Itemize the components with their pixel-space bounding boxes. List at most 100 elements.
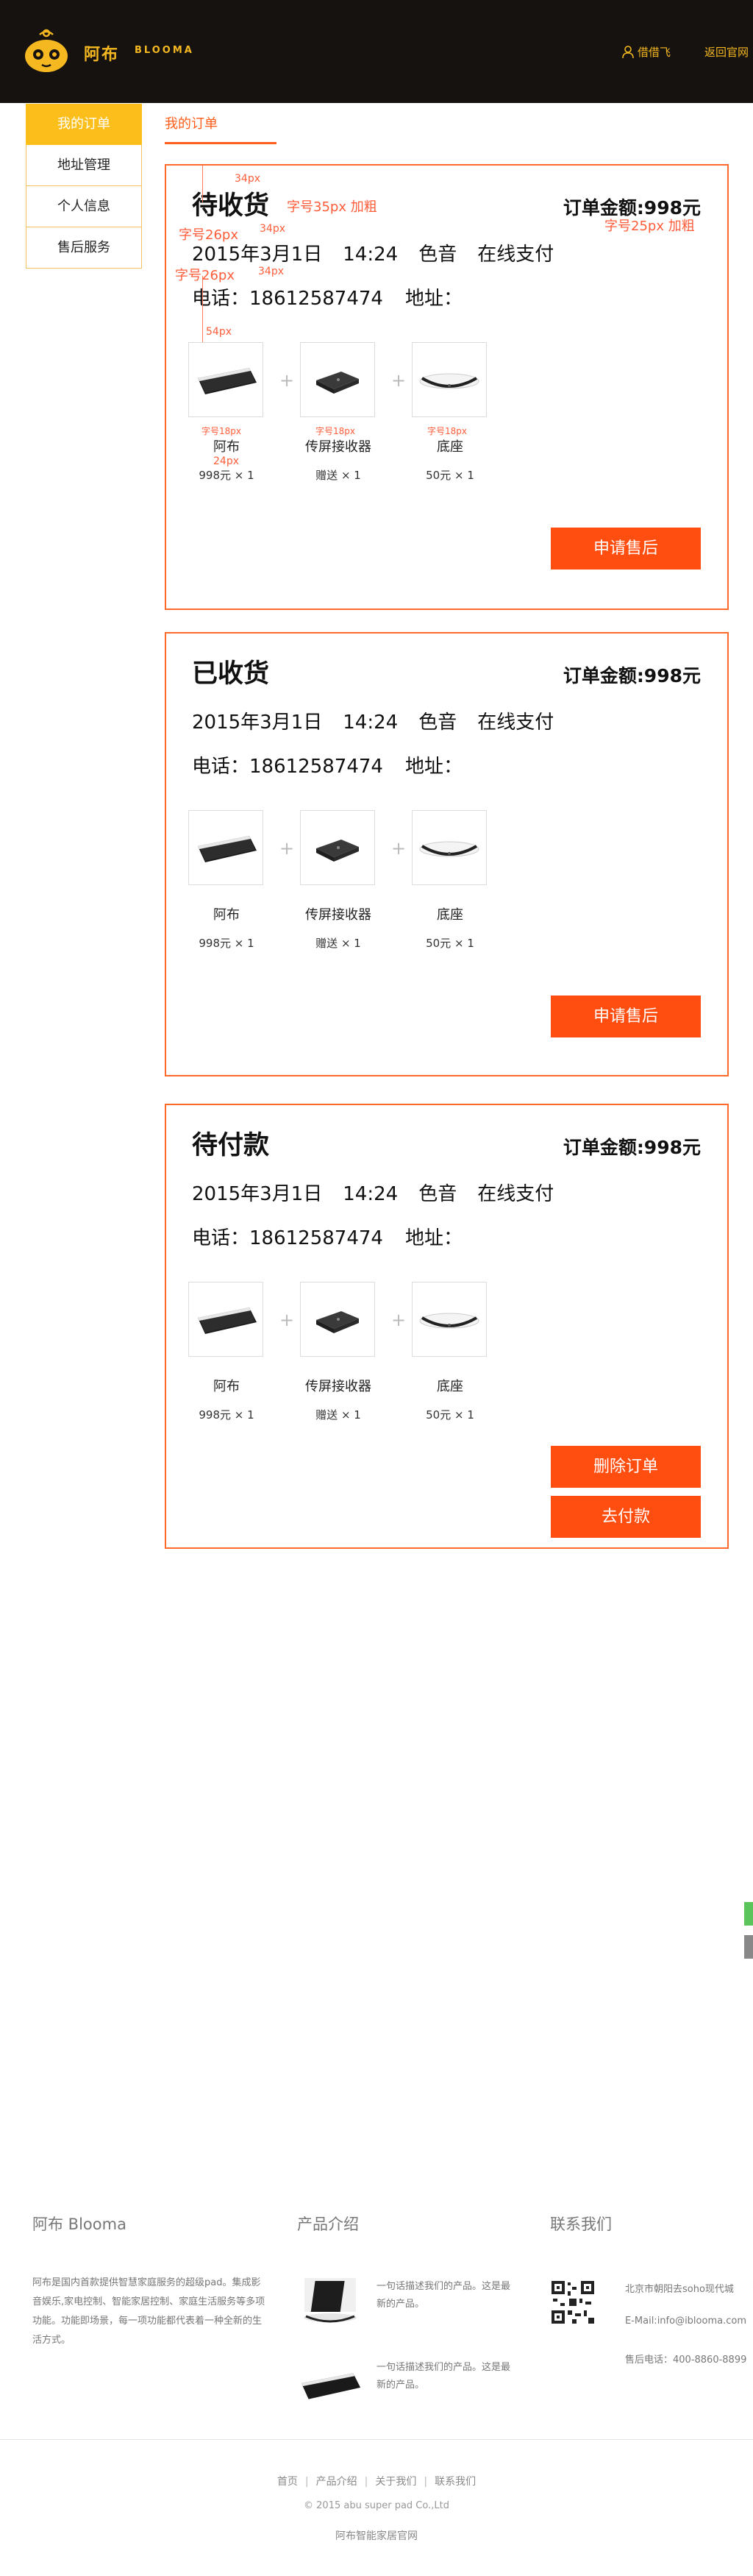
footer-phone: 售后电话：400-8860-8899 <box>625 2355 747 2366</box>
footer-product-desc: 一句话描述我们的产品。这是最新的产品。 <box>376 2281 511 2310</box>
order-phone: 电话：18612587474 <box>192 1227 383 1249</box>
spec-line <box>202 166 203 202</box>
product-price: 50元 × 1 <box>426 937 474 950</box>
spec-annotation: 字号26px <box>175 268 235 283</box>
tablet-stand-image-icon <box>304 2278 357 2323</box>
order-status: 待付款 <box>192 1131 270 1160</box>
apply-aftersales-button[interactable]: 申请售后 <box>551 996 701 1037</box>
product-item[interactable]: 传屏接收器 赠送 × 1 <box>300 1282 376 1422</box>
footer-products-title: 产品介绍 <box>297 2215 359 2233</box>
spec-line <box>202 276 203 342</box>
order-payment: 在线支付 <box>477 712 554 734</box>
site-footer: 阿布 Blooma 阿布是国内首款提供智慧家庭服务的超级pad。集成影音娱乐,家… <box>0 2171 753 2576</box>
spec-annotation: 字号18px <box>427 426 467 436</box>
sidebar-item-address[interactable]: 地址管理 <box>26 145 142 186</box>
product-name: 底座 <box>437 1379 463 1394</box>
product-price: 998元 × 1 <box>199 469 254 482</box>
order-phone: 电话：18612587474 <box>192 756 383 778</box>
spec-annotation: 字号18px <box>315 426 355 436</box>
tab-underline <box>165 142 276 144</box>
footer-product-desc: 一句话描述我们的产品。这是最新的产品。 <box>376 2362 511 2391</box>
order-status: 待收货 <box>192 191 270 221</box>
product-price: 赠送 × 1 <box>315 469 361 482</box>
order-color: 色音 <box>418 1183 457 1205</box>
delete-order-button[interactable]: 删除订单 <box>551 1446 701 1488</box>
receiver-image-icon <box>316 1311 359 1333</box>
product-thumbnail <box>188 810 263 885</box>
sidebar-item-profile[interactable]: 个人信息 <box>26 186 142 227</box>
footer-link-contact[interactable]: 联系我们 <box>435 2476 476 2488</box>
product-name: 传屏接收器 <box>305 907 371 923</box>
order-card: 已收货 订单金额:998元 2015年3月1日 14:24 色音 在线支付 电话：18… <box>165 632 729 1076</box>
product-thumbnail <box>300 342 375 417</box>
spec-annotation: 字号25px 加粗 <box>604 219 695 234</box>
spec-annotation: 字号35px 加粗 <box>287 199 377 215</box>
product-list: 阿布 998元 × 1 + 传屏接收器 赠送 × 1 + 底座 50元 × 1 <box>188 1282 512 1422</box>
spec-annotation: 24px <box>213 455 239 467</box>
product-item[interactable]: 传屏接收器 赠送 × 1 <box>300 810 376 950</box>
tablet-image-icon <box>301 2373 361 2399</box>
spec-annotation: 字号18px <box>201 426 241 436</box>
order-contact: 电话：18612587474 地址： <box>192 1223 485 1250</box>
back-to-site-link[interactable]: 返回官网 <box>704 44 749 60</box>
plus-icon: + <box>391 1310 407 1330</box>
order-contact: 电话：18612587474 地址： <box>192 751 485 778</box>
user-name: 借借飞 <box>638 46 671 59</box>
product-price: 赠送 × 1 <box>315 1408 361 1422</box>
product-thumbnail <box>188 342 263 417</box>
footer-link-products[interactable]: 产品介绍 <box>316 2476 357 2488</box>
product-price: 998元 × 1 <box>199 937 254 950</box>
order-date: 2015年3月1日 <box>192 712 323 734</box>
product-item[interactable]: 阿布 998元 × 1 <box>188 810 265 950</box>
order-status: 已收货 <box>192 659 270 689</box>
plus-icon: + <box>279 838 295 859</box>
product-item[interactable]: 阿布 998元 × 1 <box>188 342 265 482</box>
order-date: 2015年3月1日 <box>192 1183 323 1205</box>
product-item[interactable]: 底座 50元 × 1 <box>412 1282 488 1422</box>
product-item[interactable]: 阿布 998元 × 1 <box>188 1282 265 1422</box>
footer-links: 首页 | 产品介绍 | 关于我们 | 联系我们 <box>276 2476 477 2488</box>
plus-icon: + <box>391 838 407 859</box>
pay-now-button[interactable]: 去付款 <box>551 1496 701 1538</box>
product-price: 50元 × 1 <box>426 1408 474 1422</box>
user-account-link[interactable]: 借借飞 <box>622 44 671 60</box>
footer-email[interactable]: E-Mail:info@iblooma.com <box>625 2316 746 2327</box>
order-card: 待付款 订单金额:998元 2015年3月1日 14:24 色音 在线支付 电话：18… <box>165 1104 729 1549</box>
order-payment: 在线支付 <box>477 1183 554 1205</box>
robot-logo-icon[interactable] <box>24 28 69 75</box>
product-item[interactable]: 底座 50元 × 1 <box>412 810 488 950</box>
floating-top-tab[interactable] <box>744 1935 753 1959</box>
footer-product-image[interactable] <box>297 2356 363 2413</box>
order-meta: 2015年3月1日 14:24 色音 在线支付 <box>192 239 574 266</box>
order-address: 地址： <box>404 288 463 310</box>
brand-name-cn: 阿布 <box>84 46 120 64</box>
receiver-image-icon <box>316 840 359 862</box>
sidebar-item-orders[interactable]: 我的订单 <box>26 104 142 145</box>
plus-icon: + <box>279 1310 295 1330</box>
order-amount: 订单金额:998元 <box>563 665 701 686</box>
receiver-image-icon <box>316 372 359 394</box>
tab-my-orders[interactable]: 我的订单 <box>165 113 218 132</box>
sidebar-item-aftersales[interactable]: 售后服务 <box>26 227 142 269</box>
spec-annotation: 34px <box>235 173 260 185</box>
product-item[interactable]: 底座 50元 × 1 <box>412 342 488 482</box>
footer-address: 北京市朝阳去soho现代城 <box>625 2284 734 2295</box>
plus-icon: + <box>279 370 295 391</box>
footer-link-home[interactable]: 首页 <box>277 2476 298 2488</box>
product-name: 阿布 <box>213 439 240 455</box>
product-name: 阿布 <box>213 907 240 923</box>
floating-service-tab[interactable] <box>744 1902 753 1926</box>
footer-site-name: 阿布智能家居官网 <box>335 2530 418 2542</box>
product-price: 998元 × 1 <box>199 1408 254 1422</box>
order-meta: 2015年3月1日 14:24 色音 在线支付 <box>192 1179 574 1206</box>
footer-link-about[interactable]: 关于我们 <box>375 2476 416 2488</box>
order-amount: 订单金额:998元 <box>563 1137 701 1158</box>
apply-aftersales-button[interactable]: 申请售后 <box>551 528 701 570</box>
footer-copyright: © 2015 abu super pad Co.,Ltd <box>304 2500 449 2511</box>
tablet-image-icon <box>198 1307 257 1334</box>
footer-product-image[interactable] <box>297 2274 363 2331</box>
order-payment: 在线支付 <box>477 244 554 266</box>
spec-annotation: 54px <box>206 326 232 338</box>
product-item[interactable]: 传屏接收器 赠送 × 1 <box>300 342 376 482</box>
product-price: 赠送 × 1 <box>315 937 361 950</box>
